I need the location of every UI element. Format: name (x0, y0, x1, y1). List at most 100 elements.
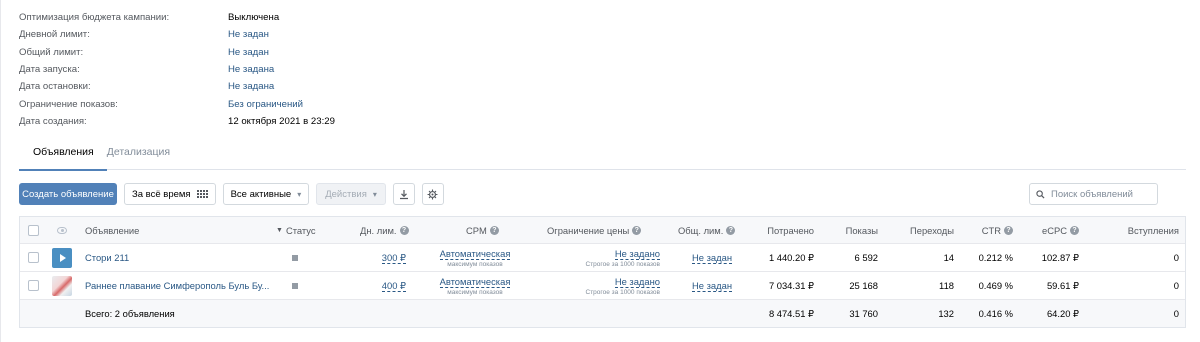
column-ecpc[interactable]: eCPC ? (1042, 217, 1079, 243)
chevron-down-icon: ▾ (297, 189, 302, 199)
period-button[interactable]: За всё время (124, 183, 216, 205)
tab-ads[interactable]: Объявления (19, 140, 107, 171)
info-value: Выключена (228, 12, 280, 24)
stop-date-link[interactable]: Не задана (228, 81, 274, 92)
tab-details[interactable]: Детализация (107, 140, 183, 170)
start-date-link[interactable]: Не задана (228, 64, 274, 75)
column-joins[interactable]: Вступления (1128, 217, 1179, 243)
column-spent[interactable]: Потрачено (767, 217, 814, 243)
price-limit-cell: Не задано Строгое за 1000 показов (550, 272, 660, 299)
export-button[interactable] (392, 183, 415, 205)
settings-button[interactable] (421, 183, 444, 205)
status-cell (292, 272, 298, 299)
help-icon[interactable]: ? (489, 225, 499, 235)
gear-icon (427, 189, 438, 199)
spent-cell: 7 034.31 ₽ (768, 279, 814, 291)
help-icon[interactable]: ? (1004, 225, 1013, 235)
total-spent: 8 474.51 ₽ (768, 307, 814, 319)
photo-thumbnail[interactable] (52, 275, 72, 296)
ad-name-link[interactable]: Раннее плавание Симферополь Буль Бу... (85, 272, 269, 299)
clicks-cell: 118 (939, 280, 954, 291)
info-label: Оптимизация бюджета кампании: (19, 12, 170, 24)
column-ctr[interactable]: CTR ? (982, 217, 1013, 243)
row-select-cell (28, 272, 39, 299)
clicks-cell: 14 (943, 252, 954, 263)
joins-cell: 0 (1173, 280, 1179, 291)
info-row-impression-limit: Ограничение показов: Без ограничений (19, 95, 335, 112)
help-icon[interactable]: ? (726, 225, 736, 235)
help-icon[interactable]: ? (1070, 225, 1079, 235)
info-label: Дата остановки: (19, 81, 91, 93)
column-ctr-label: CTR (981, 224, 1001, 236)
chevron-down-icon: ▾ (372, 189, 377, 199)
search-icon (1036, 189, 1045, 199)
ecpc-cell: 59.61 ₽ (1046, 279, 1079, 291)
info-label: Ограничение показов: (19, 98, 118, 110)
info-label: Дневной лимит: (19, 29, 90, 41)
column-ad[interactable]: Объявление (85, 217, 139, 243)
ad-name-link[interactable]: Стори 211 (85, 244, 129, 271)
help-icon[interactable]: ? (632, 225, 642, 235)
column-price-limit-label: Ограничение цены (547, 224, 630, 236)
info-label: Общий лимит: (19, 46, 84, 58)
total-limit-link[interactable]: Не задан (692, 252, 732, 264)
total-ctr: 0.416 % (978, 308, 1013, 319)
table-row: Стори 211 300 ₽ Автоматическая максимум … (20, 244, 1185, 272)
info-label: Дата запуска: (19, 64, 80, 76)
column-status-label: Статус (285, 224, 316, 236)
info-row-total-limit: Общий лимит: Не задан (19, 44, 335, 61)
total-impressions: 31 760 (849, 308, 878, 319)
column-clicks[interactable]: Переходы (910, 217, 954, 243)
impression-limit-link[interactable]: Без ограничений (228, 99, 303, 110)
price-limit-link[interactable]: Не задано (614, 248, 660, 260)
column-impressions[interactable]: Показы (846, 217, 878, 243)
total-limit-cell: Не задан (692, 244, 732, 271)
status-cell (292, 244, 298, 271)
select-all-checkbox[interactable] (28, 224, 39, 236)
price-limit-link[interactable]: Не задано (614, 276, 660, 288)
column-total-limit[interactable]: Общ. лим. ? (678, 217, 736, 243)
search-input[interactable] (1051, 188, 1151, 200)
day-limit-link[interactable]: 300 ₽ (381, 252, 406, 264)
total-limit-link[interactable]: Не задан (228, 47, 269, 58)
total-limit-link[interactable]: Не задан (692, 280, 732, 292)
row-checkbox[interactable] (28, 280, 39, 291)
row-checkbox[interactable] (28, 252, 39, 263)
column-status[interactable]: ▼ Статус (276, 217, 316, 243)
help-icon[interactable]: ? (399, 225, 409, 235)
video-thumbnail[interactable] (52, 247, 72, 268)
spent-cell: 1 440.20 ₽ (768, 251, 814, 263)
actions-dropdown[interactable]: Действия ▾ (316, 183, 386, 205)
column-ecpc-label: eCPC (1041, 224, 1067, 236)
search-box[interactable] (1029, 183, 1158, 205)
ecpc-cell: 102.87 ₽ (1041, 251, 1079, 263)
info-value: 12 октября 2021 в 23:29 (228, 115, 335, 127)
column-day-limit[interactable]: Дн. лим. ? (360, 217, 409, 243)
toolbar: Создать объявление За всё время Все акти… (19, 183, 451, 205)
day-limit-link[interactable]: 400 ₽ (381, 280, 406, 292)
cpm-subtitle: максимум показов (447, 260, 503, 268)
play-icon (60, 253, 66, 262)
create-ad-button[interactable]: Создать объявление (19, 183, 117, 205)
cpm-link[interactable]: Автоматическая (439, 276, 511, 288)
info-row-daily-limit: Дневной лимит: Не задан (19, 26, 335, 43)
cpm-link[interactable]: Автоматическая (439, 248, 511, 260)
total-joins: 0 (1173, 308, 1179, 319)
eye-icon[interactable] (57, 226, 67, 234)
column-day-limit-label: Дн. лим. (360, 224, 397, 236)
ad-thumbnail-cell (52, 272, 72, 299)
status-indicator (292, 282, 298, 289)
cpm-cell: Автоматическая максимум показов (425, 272, 525, 299)
table-row: Раннее плавание Симферополь Буль Бу... 4… (20, 272, 1185, 300)
column-cpm[interactable]: CPM ? (466, 217, 499, 243)
ctr-cell: 0.212 % (978, 252, 1013, 263)
daily-limit-link[interactable]: Не задан (228, 29, 269, 40)
table-total-row: Всего: 2 объявления 8 474.51 ₽ 31 760 13… (20, 300, 1185, 327)
total-ecpc: 64.20 ₽ (1046, 307, 1079, 319)
price-limit-subtitle: Строгое за 1000 показов (585, 260, 660, 268)
tab-bar: Объявления Детализация (19, 140, 1186, 171)
cpm-subtitle: максимум показов (447, 288, 503, 296)
select-all-cell (28, 217, 39, 243)
status-filter-dropdown[interactable]: Все активные ▾ (222, 183, 310, 205)
column-price-limit[interactable]: Ограничение цены ? (547, 217, 642, 243)
